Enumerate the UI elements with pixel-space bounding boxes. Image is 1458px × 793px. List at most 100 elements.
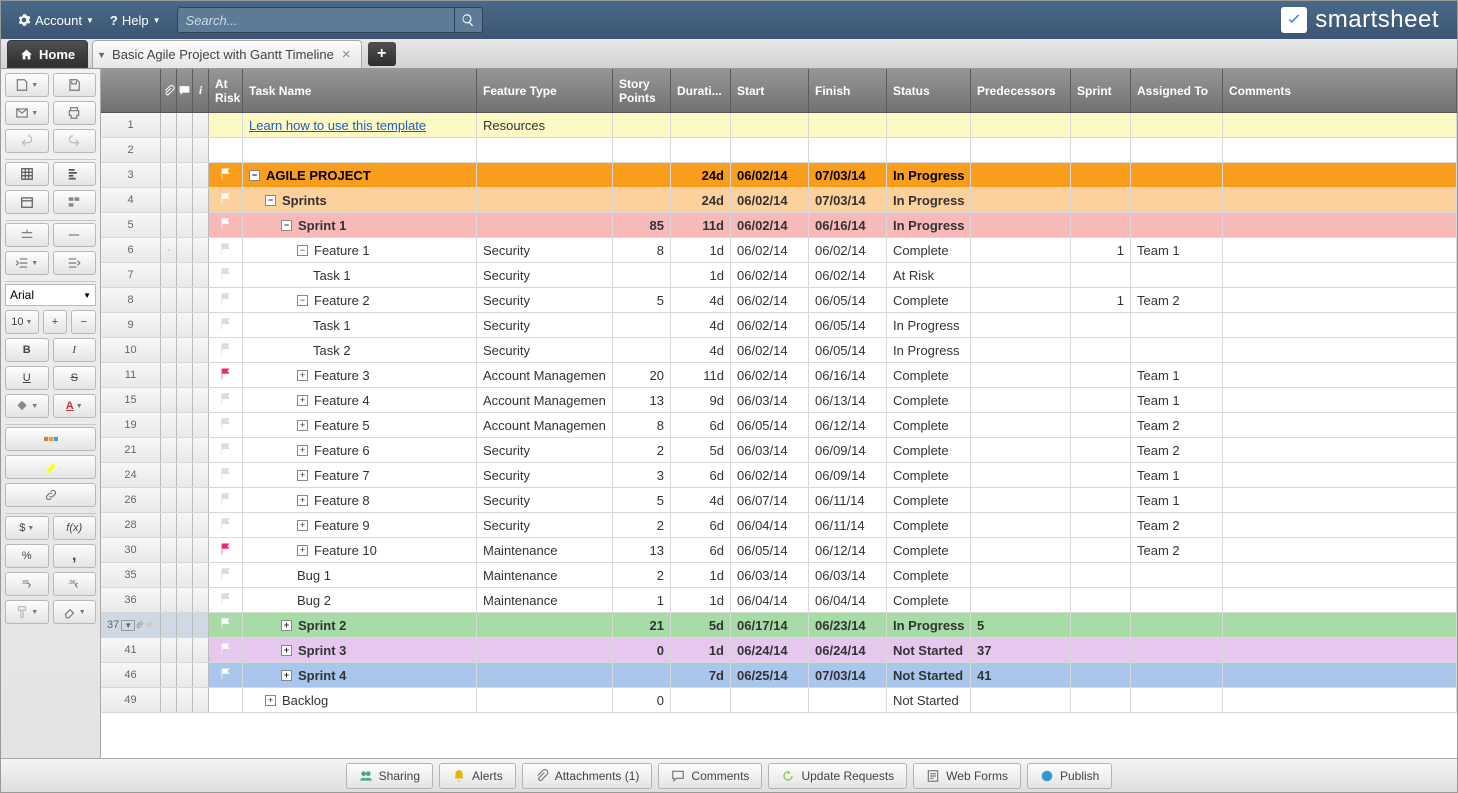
cell-predecessors[interactable]	[971, 463, 1071, 487]
cell-comments[interactable]	[1223, 363, 1457, 387]
cell-status[interactable]: In Progress	[887, 213, 971, 237]
cell-task[interactable]: +Feature 10	[243, 538, 477, 562]
cell-status[interactable]: Complete	[887, 388, 971, 412]
cell-info[interactable]	[193, 188, 209, 212]
expand-toggle[interactable]: −	[265, 195, 276, 206]
cell-risk[interactable]	[209, 288, 243, 312]
cell-risk[interactable]	[209, 238, 243, 262]
table-row[interactable]: 19+Feature 5Account Managemen86d06/05/14…	[101, 413, 1457, 438]
cell-story[interactable]	[613, 338, 671, 362]
cell-story[interactable]: 0	[613, 688, 671, 712]
expand-toggle[interactable]: +	[297, 495, 308, 506]
cell-attach[interactable]	[161, 438, 177, 462]
cell-start[interactable]: 06/03/14	[731, 563, 809, 587]
expand-toggle[interactable]: +	[281, 670, 292, 681]
cell-status[interactable]: Complete	[887, 413, 971, 437]
cell-finish[interactable]: 06/03/14	[809, 563, 887, 587]
cell-attach[interactable]	[161, 513, 177, 537]
cell-start[interactable]	[731, 138, 809, 162]
row-number[interactable]: 2	[101, 138, 161, 162]
expand-toggle[interactable]: +	[297, 445, 308, 456]
cell-start[interactable]: 06/04/14	[731, 588, 809, 612]
col-at-risk[interactable]: At Risk	[209, 69, 243, 112]
cell-story[interactable]: 2	[613, 563, 671, 587]
table-row[interactable]: 9Task 1Security4d06/02/1406/05/14In Prog…	[101, 313, 1457, 338]
cell-status[interactable]: Complete	[887, 363, 971, 387]
cell-risk[interactable]	[209, 488, 243, 512]
cell-status[interactable]: Complete	[887, 488, 971, 512]
cell-task[interactable]: +Sprint 3	[243, 638, 477, 662]
col-feature[interactable]: Feature Type	[477, 69, 613, 112]
col-info[interactable]: i	[193, 69, 209, 112]
email-button[interactable]: ▼	[5, 101, 49, 125]
table-row[interactable]: 4−Sprints24d06/02/1407/03/14In Progress	[101, 188, 1457, 213]
font-family-select[interactable]: Arial▼	[5, 284, 96, 306]
cell-task[interactable]: +Backlog	[243, 688, 477, 712]
cell-task[interactable]: +Feature 3	[243, 363, 477, 387]
row-number[interactable]: 36	[101, 588, 161, 612]
cell-assigned[interactable]	[1131, 163, 1223, 187]
cell-predecessors[interactable]	[971, 213, 1071, 237]
cell-duration[interactable]: 5d	[671, 613, 731, 637]
cell-info[interactable]	[193, 388, 209, 412]
expand-toggle[interactable]: +	[281, 620, 292, 631]
cell-start[interactable]	[731, 688, 809, 712]
row-number[interactable]: 46	[101, 663, 161, 687]
cell-duration[interactable]: 1d	[671, 563, 731, 587]
cell-duration[interactable]	[671, 113, 731, 137]
cell-sprint[interactable]	[1071, 613, 1131, 637]
table-row[interactable]: 15+Feature 4Account Managemen139d06/03/1…	[101, 388, 1457, 413]
cell-discussion[interactable]	[177, 388, 193, 412]
cell-attach[interactable]	[161, 638, 177, 662]
cell-duration[interactable]: 6d	[671, 538, 731, 562]
cell-finish[interactable]	[809, 688, 887, 712]
alerts-button[interactable]: Alerts	[439, 763, 516, 789]
cell-comments[interactable]	[1223, 638, 1457, 662]
cell-story[interactable]: 2	[613, 438, 671, 462]
cell-story[interactable]: 1	[613, 588, 671, 612]
grid-view-button[interactable]	[5, 162, 49, 186]
cell-info[interactable]	[193, 488, 209, 512]
row-number[interactable]: 15	[101, 388, 161, 412]
cell-sprint[interactable]	[1071, 163, 1131, 187]
cell-status[interactable]: Not Started	[887, 663, 971, 687]
cell-risk[interactable]	[209, 438, 243, 462]
cell-story[interactable]: 21	[613, 613, 671, 637]
cell-discussion[interactable]	[177, 288, 193, 312]
expand-toggle[interactable]: +	[297, 395, 308, 406]
table-row[interactable]: 24+Feature 7Security36d06/02/1406/09/14C…	[101, 463, 1457, 488]
font-size-select[interactable]: 10▼	[5, 310, 39, 334]
cell-sprint[interactable]	[1071, 388, 1131, 412]
cell-attach[interactable]	[161, 163, 177, 187]
cell-sprint[interactable]	[1071, 538, 1131, 562]
expand-toggle[interactable]: +	[265, 695, 276, 706]
cell-sprint[interactable]	[1071, 138, 1131, 162]
decimal-decrease-button[interactable]: .00	[5, 572, 49, 596]
table-row[interactable]: 7Task 1Security1d06/02/1406/02/14At Risk	[101, 263, 1457, 288]
cell-assigned[interactable]	[1131, 213, 1223, 237]
col-attachments[interactable]	[161, 69, 177, 112]
expand-toggle[interactable]: −	[297, 295, 308, 306]
cell-predecessors[interactable]	[971, 413, 1071, 437]
row-number[interactable]: 9	[101, 313, 161, 337]
cell-duration[interactable]: 24d	[671, 188, 731, 212]
cell-predecessors[interactable]	[971, 363, 1071, 387]
cell-start[interactable]: 06/02/14	[731, 363, 809, 387]
clear-format-button[interactable]: ▼	[53, 600, 97, 624]
cell-assigned[interactable]	[1131, 138, 1223, 162]
cell-attach[interactable]	[161, 463, 177, 487]
cell-comments[interactable]	[1223, 688, 1457, 712]
table-row[interactable]: 36Bug 2Maintenance11d06/04/1406/04/14Com…	[101, 588, 1457, 613]
underline-button[interactable]: U	[5, 366, 49, 390]
highlight-button[interactable]	[5, 455, 96, 479]
cell-duration[interactable]: 11d	[671, 213, 731, 237]
cell-feature[interactable]: Security	[477, 288, 613, 312]
cell-status[interactable]: At Risk	[887, 263, 971, 287]
table-row[interactable]: 46+Sprint 47d06/25/1407/03/14Not Started…	[101, 663, 1457, 688]
table-row[interactable]: 26+Feature 8Security54d06/07/1406/11/14C…	[101, 488, 1457, 513]
cell-sprint[interactable]: 1	[1071, 288, 1131, 312]
cell-status[interactable]: In Progress	[887, 163, 971, 187]
cell-risk[interactable]	[209, 188, 243, 212]
cell-feature[interactable]: Security	[477, 488, 613, 512]
cell-duration[interactable]: 1d	[671, 588, 731, 612]
